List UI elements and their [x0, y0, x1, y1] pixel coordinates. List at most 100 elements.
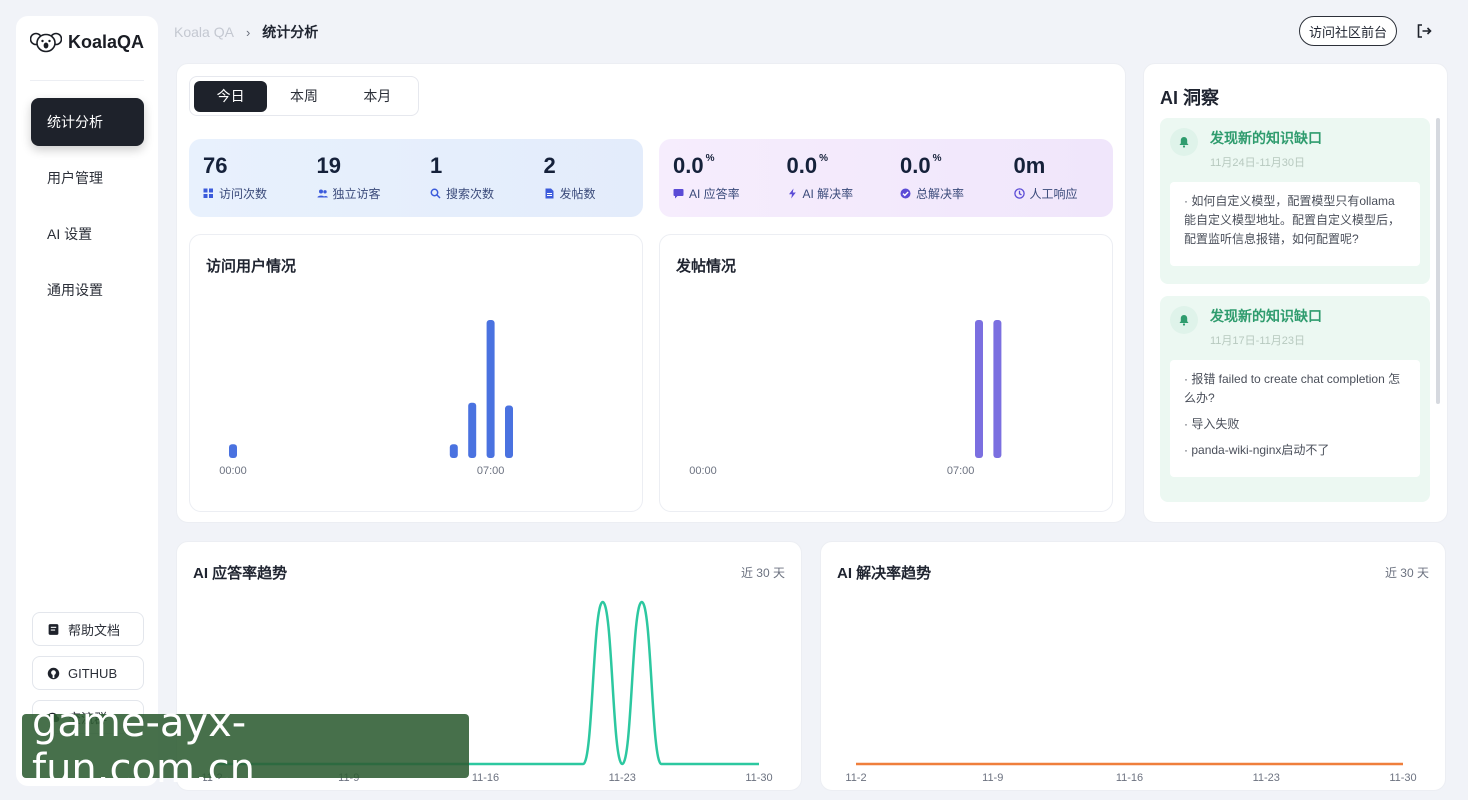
insight-question[interactable]: · 导入失败	[1184, 415, 1406, 434]
stat-label: 独立访客	[332, 187, 381, 201]
x-tick-label: 11-23	[1253, 772, 1280, 784]
stat-value: 0m	[1013, 153, 1046, 178]
insight-date: 11月24日-11月30日	[1210, 157, 1305, 169]
stat-label: 总解决率	[916, 187, 965, 201]
stats-card: 今日 本周 本月 76 访问次数 19 独立访客 1 搜索次数 2 发帖数 0.…	[176, 63, 1126, 523]
doc-icon	[545, 188, 553, 199]
bar[interactable]	[468, 402, 477, 458]
bar[interactable]	[993, 320, 1002, 458]
doc-icon	[48, 623, 59, 635]
bar[interactable]	[449, 444, 458, 458]
visits-chart: 00:00 07:00	[219, 320, 513, 477]
bar[interactable]	[975, 320, 983, 458]
insight-question[interactable]: · 报错 failed to create chat completion 怎么…	[1184, 370, 1406, 408]
x-tick-label: 11-9	[982, 772, 1003, 784]
sidebar-item-general-settings[interactable]: 通用设置	[31, 266, 144, 314]
sidebar-item-label: 用户管理	[47, 170, 103, 186]
users-icon	[317, 189, 328, 198]
sidebar-item-users[interactable]: 用户管理	[31, 154, 144, 202]
stat-label: 搜索次数	[446, 187, 495, 201]
x-tick-label: 11-30	[1389, 772, 1416, 784]
sidebar-item-analytics[interactable]: 统计分析	[31, 98, 144, 146]
stat-unique-visitors: 19 独立访客	[303, 139, 417, 217]
bell-icon	[1179, 315, 1189, 326]
stat-searches: 1 搜索次数	[416, 139, 530, 217]
stat-unit: %	[932, 153, 942, 164]
stat-visits: 76 访问次数	[189, 139, 303, 217]
stat-value: 76	[203, 153, 228, 178]
stat-label: 发帖数	[559, 187, 596, 201]
sidebar-item-label: 统计分析	[47, 114, 103, 130]
help-docs-label: 帮助文档	[68, 622, 121, 638]
bar[interactable]	[486, 320, 495, 458]
breadcrumb-separator: ›	[245, 24, 251, 40]
visits-chart-card: 访问用户情况 00:00 07:00	[189, 234, 643, 512]
traffic-stats: 76 访问次数 19 独立访客 1 搜索次数 2 发帖数	[189, 139, 643, 217]
tab-this-month[interactable]: 本月	[341, 81, 414, 112]
bell-icon-wrap	[1170, 306, 1198, 334]
insight-date: 11月17日-11月23日	[1210, 335, 1305, 347]
x-tick-label: 11-30	[745, 772, 772, 784]
stat-value: 1	[430, 153, 443, 178]
check-circle-icon	[900, 188, 911, 199]
help-docs-button[interactable]: 帮助文档	[32, 612, 144, 646]
insight-question[interactable]: · panda-wiki-nginx启动不了	[1184, 441, 1406, 460]
insight-title: 发现新的知识缺口	[1210, 130, 1322, 146]
sidebar-item-label: 通用设置	[47, 282, 103, 298]
x-tick-label: 00:00	[689, 465, 717, 477]
visit-community-button[interactable]: 访问社区前台	[1299, 16, 1397, 46]
stat-value: 0.0	[900, 153, 931, 178]
period-tabs: 今日 本周 本月	[189, 76, 419, 116]
bolt-icon	[788, 188, 796, 199]
search-icon	[430, 188, 441, 199]
bar[interactable]	[505, 405, 513, 458]
stat-label: 人工响应	[1029, 187, 1078, 201]
insight-scrollbar[interactable]	[1436, 118, 1440, 404]
ai-insight-panel: AI 洞察 发现新的知识缺口 11月24日-11月30日 · 如何自定义模型，配…	[1143, 63, 1448, 523]
insight-title: 发现新的知识缺口	[1210, 308, 1322, 324]
github-icon	[47, 667, 60, 679]
app-name: KoalaQA	[68, 31, 145, 52]
stat-value: 2	[543, 153, 556, 178]
x-tick-label: 11-23	[609, 772, 636, 784]
stat-ai-solve-rate: 0.0% AI 解决率	[773, 139, 887, 217]
insight-card[interactable]: 发现新的知识缺口 11月17日-11月23日 · 报错 failed to cr…	[1160, 296, 1430, 502]
breadcrumb: Koala QA › 统计分析	[174, 22, 318, 42]
x-tick-label: 07:00	[477, 465, 505, 477]
bell-icon	[1179, 137, 1189, 148]
bar[interactable]	[229, 444, 237, 458]
insight-card[interactable]: 发现新的知识缺口 11月24日-11月30日 · 如何自定义模型，配置模型只有o…	[1160, 118, 1430, 284]
sidebar-divider	[30, 80, 144, 81]
bell-icon-wrap	[1170, 128, 1198, 156]
insight-questions: · 如何自定义模型，配置模型只有ollama能自定义模型地址。配置自定义模型后，…	[1170, 182, 1420, 266]
breadcrumb-current: 统计分析	[262, 24, 319, 40]
koala-icon	[30, 32, 62, 53]
sidebar-item-label: AI 设置	[47, 226, 93, 242]
stat-value: 0.0	[673, 153, 704, 178]
x-tick-label: 11-2	[845, 772, 866, 784]
posts-chart: 00:00 07:00	[689, 320, 1002, 477]
insight-question[interactable]: · 如何自定义模型，配置模型只有ollama能自定义模型地址。配置自定义模型后，…	[1184, 192, 1406, 249]
sidebar-nav: 统计分析 用户管理 AI 设置 通用设置	[31, 98, 144, 322]
x-tick-label: 07:00	[947, 465, 975, 477]
stat-value: 0.0	[786, 153, 818, 178]
ai-solve-trend-chart: 11-2 11-9 11-16 11-23 11-30	[845, 762, 1417, 784]
breadcrumb-root[interactable]: Koala QA	[174, 24, 234, 40]
github-button[interactable]: GITHUB	[32, 656, 144, 690]
stat-total-solve-rate: 0.0% 总解决率	[886, 139, 1000, 217]
stat-human-response: 0m 人工响应	[1000, 139, 1114, 217]
stat-label: AI 应答率	[689, 187, 740, 201]
tab-this-week[interactable]: 本周	[267, 81, 340, 112]
sidebar: KoalaQA 统计分析 用户管理 AI 设置 通用设置 帮助文档 GITHUB…	[16, 16, 158, 786]
ai-stats: 0.0% AI 应答率 0.0% AI 解决率 0.0% 总解决率 0m 人工响…	[659, 139, 1113, 217]
insight-questions: · 报错 failed to create chat completion 怎么…	[1170, 360, 1420, 477]
github-label: GITHUB	[68, 665, 118, 681]
logout-icon[interactable]	[1415, 22, 1433, 40]
clock-icon	[1013, 188, 1025, 199]
sidebar-item-ai-settings[interactable]: AI 设置	[31, 210, 144, 258]
stat-label: AI 解决率	[802, 187, 854, 201]
stat-label: 访问次数	[219, 187, 268, 201]
app-logo[interactable]: KoalaQA	[30, 30, 144, 54]
tab-today[interactable]: 今日	[194, 80, 268, 112]
stat-unit: %	[819, 153, 828, 164]
